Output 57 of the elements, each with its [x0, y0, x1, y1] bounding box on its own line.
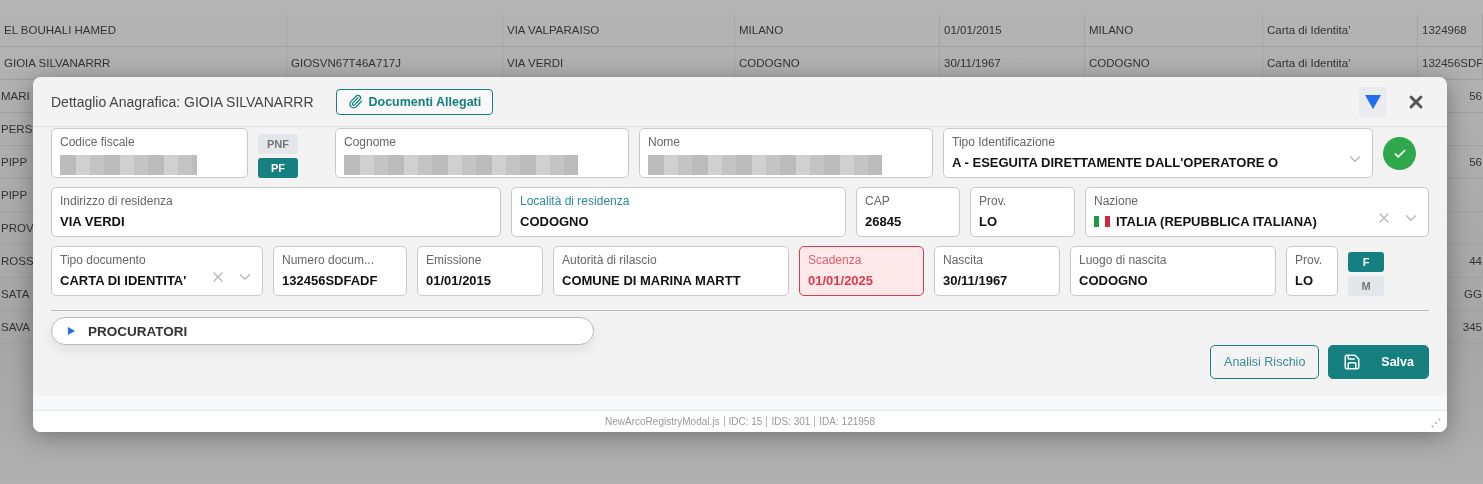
table-cell-text: 44 [1468, 254, 1483, 269]
input-field[interactable]: Numero docum... 132456SDFADF [273, 246, 407, 296]
procuratori-accordion[interactable]: PROCURATORI [51, 317, 594, 345]
table-cell: MILANO [735, 14, 940, 46]
input-field[interactable]: Emissione 01/01/2015 [417, 246, 543, 296]
table-cell-text: 56 [1468, 89, 1483, 104]
footer-text: IDC: 15 [723, 416, 767, 427]
input-field[interactable]: Prov. LO [1286, 246, 1338, 296]
caret-icon [67, 326, 76, 336]
paperclip-icon [347, 94, 363, 109]
table-cell: MILANO [1085, 14, 1263, 46]
input-field[interactable]: Nazione ITALIA (REPUBBLICA ITALIANA) [1085, 187, 1429, 237]
table-cell-text: PIPP [0, 188, 29, 203]
toggle-option[interactable]: PNF [258, 134, 298, 154]
toggle-option[interactable]: PF [258, 158, 298, 178]
table-cell: Carta di Identita' [1263, 14, 1418, 46]
input-field[interactable]: Tipo documento CARTA DI IDENTITA' [51, 246, 263, 296]
flag-icon [1094, 216, 1110, 227]
input-field[interactable]: Autorità di rilascio COMUNE DI MARINA MARTT [553, 246, 789, 296]
table-cell-text: SATA [0, 287, 31, 302]
input-field[interactable]: CAP 26845 [856, 187, 960, 237]
footer-text: IDS: 301 [766, 416, 815, 427]
table-cell: 01/01/2015 [940, 14, 1085, 46]
resize-grip-icon[interactable] [1431, 418, 1441, 428]
table-cell-text: MARI [0, 89, 31, 104]
table-cell-text: PROV [0, 221, 35, 236]
table-cell: VIA VALPARAISO [503, 14, 735, 46]
toggle-option[interactable]: F [1348, 252, 1384, 272]
input-field[interactable]: Nome [639, 128, 933, 178]
table-cell-text: 345 [1461, 320, 1483, 335]
triangle-icon [1363, 93, 1382, 110]
save-button[interactable]: Salva [1328, 345, 1429, 379]
table-cell: EL BOUHALI HAMED [0, 14, 287, 46]
footer-text: IDA: 121958 [814, 416, 879, 427]
input-field[interactable]: Nascita 30/11/1967 [934, 246, 1060, 296]
table-cell-text: SAVA [0, 320, 31, 335]
footer-text: NewArcoRegistryModal.js [604, 416, 721, 427]
attachments-button[interactable]: Documenti Allegati [335, 88, 494, 115]
input-field[interactable]: Tipo Identificazione A - ESEGUITA DIRETTAMENTE DALL'OPERATORE O [943, 128, 1373, 178]
risk-analysis-button[interactable]: Analisi Rischio [1210, 345, 1320, 379]
table-cell: 1324968 [1418, 14, 1483, 46]
input-field[interactable]: Scadenza 01/01/2025 [799, 246, 924, 296]
table-cell-text: PIPP [0, 155, 29, 170]
input-field[interactable]: Prov. LO [970, 187, 1075, 237]
input-field[interactable]: Indirizzo di residenza VIA VERDI [51, 187, 501, 237]
toggle-option[interactable]: M [1348, 276, 1384, 296]
modal-title: Dettaglio Anagrafica: GIOIA SILVANARRR [51, 93, 314, 110]
filter-button[interactable] [1359, 86, 1386, 117]
input-field[interactable]: Cognome [335, 128, 629, 178]
input-field[interactable]: Codice fiscale [51, 128, 248, 178]
table-cell-text: PERS [0, 122, 34, 137]
input-field[interactable]: Luogo di nascita CODOGNO [1070, 246, 1276, 296]
table-cell-text: GG [1463, 287, 1483, 302]
table-cell-text: 56 [1468, 155, 1483, 170]
save-icon [1343, 353, 1362, 371]
table-cell-text: ROSS [0, 254, 35, 269]
input-field[interactable]: Località di residenza CODOGNO [511, 187, 846, 237]
